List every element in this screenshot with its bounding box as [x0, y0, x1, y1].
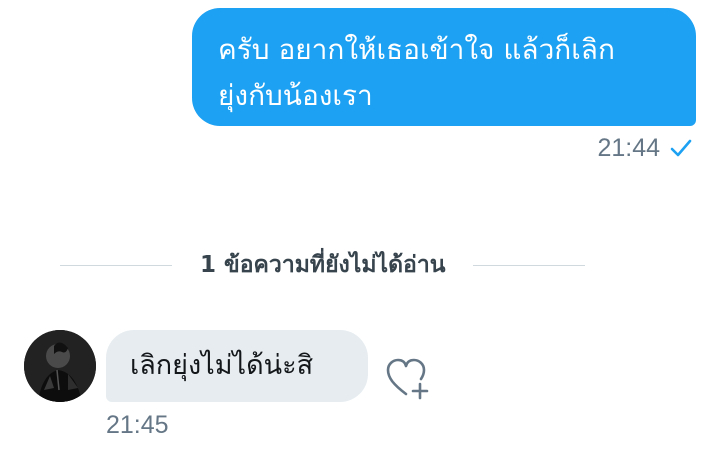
- outgoing-message-text-line2: ยุ่งกับน้องเรา: [218, 79, 373, 112]
- conversation-view: ครับ อยากให้เธอเข้าใจ แล้วก็เลิก ยุ่งกับ…: [0, 0, 720, 464]
- check-icon: [668, 135, 694, 161]
- incoming-message-time: 21:45: [106, 410, 169, 439]
- outgoing-message-text-line1: ครับ อยากให้เธอเข้าใจ แล้วก็เลิก: [218, 33, 615, 66]
- outgoing-message-time: 21:44: [597, 133, 660, 162]
- unread-divider: 1 ข้อความที่ยังไม่ได้อ่าน: [60, 245, 660, 285]
- incoming-message-bubble[interactable]: เลิกยุ่งไม่ได้น่ะสิ: [106, 330, 368, 402]
- outgoing-message-meta: 21:44: [597, 132, 694, 164]
- divider-line-right: [473, 264, 586, 266]
- unread-divider-label: 1 ข้อความที่ยังไม่ได้อ่าน: [200, 252, 446, 278]
- heart-plus-icon[interactable]: [384, 354, 432, 402]
- incoming-message-text: เลิกยุ่งไม่ได้น่ะสิ: [130, 350, 314, 381]
- outgoing-message-bubble[interactable]: ครับ อยากให้เธอเข้าใจ แล้วก็เลิก ยุ่งกับ…: [192, 8, 696, 126]
- divider-line-left: [60, 264, 172, 266]
- avatar[interactable]: [24, 330, 96, 402]
- incoming-message-meta: 21:45: [106, 408, 169, 442]
